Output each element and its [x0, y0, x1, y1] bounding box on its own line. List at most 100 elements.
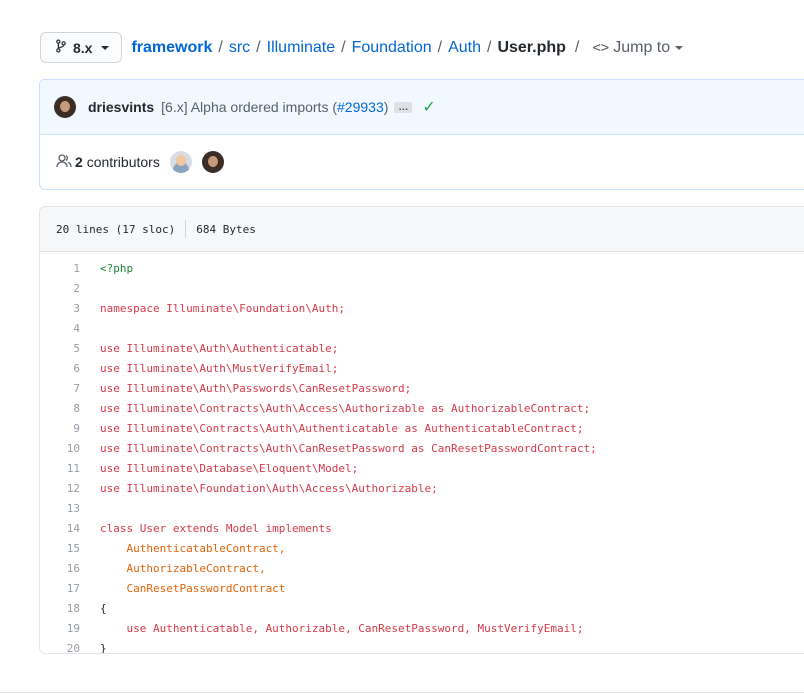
line-number[interactable]: 12 — [40, 482, 100, 495]
code-text: use Illuminate\Auth\Passwords\CanResetPa… — [100, 381, 412, 395]
breadcrumb-current-file: User.php — [497, 38, 566, 56]
branch-select-button[interactable]: 8.x — [40, 32, 123, 63]
line-number[interactable]: 5 — [40, 342, 100, 355]
commit-expand-button[interactable]: … — [394, 101, 413, 113]
code-text: use Illuminate\Auth\MustVerifyEmail; — [100, 361, 339, 375]
commit-message-text: [6.x] Alpha ordered imports ( — [161, 99, 338, 115]
code-text: use Authenticatable, Authorizable, CanRe… — [100, 621, 584, 635]
code-line: 3 namespace Illuminate\Foundation\Auth; — [40, 298, 804, 318]
author-avatar[interactable] — [54, 96, 76, 118]
code-line: 8 use Illuminate\Contracts\Auth\Access\Au… — [40, 398, 804, 418]
code-line: 20} — [40, 638, 804, 654]
breadcrumb-separator: / — [341, 38, 346, 56]
code-text: { — [100, 601, 107, 615]
contributors-link[interactable]: 2 contributors — [75, 154, 160, 170]
file-navigation: 8.x framework / src / Illuminate / Found… — [40, 32, 684, 63]
commit-row: driesvints [6.x] Alpha ordered imports (… — [40, 80, 804, 135]
code-text: use Illuminate\Contracts\Auth\Access\Aut… — [100, 401, 591, 415]
breadcrumb-separator: / — [218, 38, 223, 56]
code-text: use Illuminate\Contracts\Auth\Authentica… — [100, 421, 584, 435]
breadcrumb-illuminate[interactable]: Illuminate — [267, 39, 335, 57]
code-text: use Illuminate\Contracts\Auth\CanResetPa… — [100, 441, 597, 455]
line-number[interactable]: 2 — [40, 282, 100, 295]
git-branch-icon — [55, 39, 67, 56]
contributor-avatar[interactable] — [201, 151, 224, 173]
breadcrumb-separator: / — [574, 38, 580, 56]
line-number[interactable]: 1 — [40, 262, 100, 275]
code-text: <?php — [100, 261, 134, 275]
line-number[interactable]: 17 — [40, 582, 100, 595]
code-line: 13 — [40, 498, 804, 518]
file-size: 684 Bytes — [196, 222, 256, 236]
line-number[interactable]: 14 — [40, 522, 100, 535]
line-number[interactable]: 19 — [40, 622, 100, 635]
latest-commit-box: driesvints [6.x] Alpha ordered imports (… — [39, 79, 804, 190]
breadcrumb-auth[interactable]: Auth — [448, 39, 481, 57]
code-line: 9 use Illuminate\Contracts\Auth\Authentic… — [40, 418, 804, 438]
code-line: 19 use Authenticatable, Authorizable, Ca… — [40, 618, 804, 638]
line-number[interactable]: 11 — [40, 462, 100, 475]
code-icon: <> — [592, 39, 610, 56]
breadcrumb: framework / src / Illuminate / Foundatio… — [131, 38, 684, 57]
file-viewer: 20 lines (17 sloc) 684 Bytes 1 <?php 2 3n… — [39, 206, 804, 654]
footer-divider — [0, 692, 804, 693]
code-line: 6 use Illuminate\Auth\MustVerifyEmail; — [40, 358, 804, 378]
line-number[interactable]: 16 — [40, 562, 100, 575]
line-number[interactable]: 3 — [40, 302, 100, 315]
code-text: AuthorizableContract, — [100, 561, 266, 575]
code-text: use Illuminate\Foundation\Auth\Access\Au… — [100, 481, 438, 495]
code-line: 14 class User extends Model implements — [40, 518, 804, 538]
file-lines-info: 20 lines (17 sloc) — [56, 222, 176, 236]
jump-to-menu[interactable]: <> Jump to — [588, 39, 684, 57]
line-number[interactable]: 13 — [40, 502, 100, 515]
code-line: 18{ — [40, 598, 804, 618]
code-line: 15 AuthenticatableContract, — [40, 538, 804, 558]
code-line: 2 — [40, 278, 804, 298]
line-number[interactable]: 4 — [40, 322, 100, 335]
code-text: } — [100, 641, 107, 654]
commit-message[interactable]: [6.x] Alpha ordered imports (#29933) — [161, 99, 388, 115]
code-line: 5 use Illuminate\Auth\Authenticatable; — [40, 338, 804, 358]
breadcrumb-src[interactable]: src — [229, 39, 250, 57]
file-info-header: 20 lines (17 sloc) 684 Bytes — [40, 207, 804, 252]
commit-author[interactable]: driesvints — [88, 99, 154, 115]
breadcrumb-root[interactable]: framework — [131, 39, 212, 57]
line-number[interactable]: 18 — [40, 602, 100, 615]
contributors-row: 2 contributors — [40, 135, 804, 189]
branch-label: 8.x — [73, 39, 93, 56]
check-icon[interactable]: ✓ — [422, 97, 435, 117]
code-line: 4 — [40, 318, 804, 338]
line-number[interactable]: 8 — [40, 402, 100, 415]
code-text: use Illuminate\Database\Eloquent\Model; — [100, 461, 359, 475]
code-line: 7 use Illuminate\Auth\Passwords\CanResetP… — [40, 378, 804, 398]
line-number[interactable]: 20 — [40, 642, 100, 654]
code-text: class User extends Model implements — [100, 521, 332, 535]
commit-pr-link[interactable]: #29933 — [337, 99, 384, 115]
breadcrumb-separator: / — [487, 38, 492, 56]
code-text: CanResetPasswordContract — [100, 581, 286, 595]
line-number[interactable]: 7 — [40, 382, 100, 395]
code-line: 16 AuthorizableContract, — [40, 558, 804, 578]
line-number[interactable]: 6 — [40, 362, 100, 375]
code-text: namespace Illuminate\Foundation\Auth; — [100, 301, 346, 315]
code-line: 12 use Illuminate\Foundation\Auth\Access\… — [40, 478, 804, 498]
breadcrumb-separator: / — [256, 38, 261, 56]
commit-message-end: ) — [383, 99, 389, 115]
line-number[interactable]: 9 — [40, 422, 100, 435]
breadcrumb-foundation[interactable]: Foundation — [352, 39, 432, 57]
line-number[interactable]: 15 — [40, 542, 100, 555]
code-text: use Illuminate\Auth\Authenticatable; — [100, 341, 339, 355]
code-line: 11 use Illuminate\Database\Eloquent\Model… — [40, 458, 804, 478]
code-text: AuthenticatableContract, — [100, 541, 286, 555]
chevron-down-icon — [101, 45, 110, 50]
code-line: 1 <?php — [40, 258, 804, 278]
contributors-count: 2 — [75, 154, 83, 170]
line-number[interactable]: 10 — [40, 442, 100, 455]
contributors-label: contributors — [86, 154, 160, 170]
breadcrumb-separator: / — [437, 38, 443, 56]
contributor-avatar[interactable] — [169, 151, 192, 173]
people-icon — [56, 153, 72, 171]
code-line: 10 use Illuminate\Contracts\Auth\CanReset… — [40, 438, 804, 458]
code-listing: 1 <?php 2 3 namespace Illuminate\Foundatio… — [40, 252, 804, 654]
code-line: 17 CanResetPasswordContract — [40, 578, 804, 598]
